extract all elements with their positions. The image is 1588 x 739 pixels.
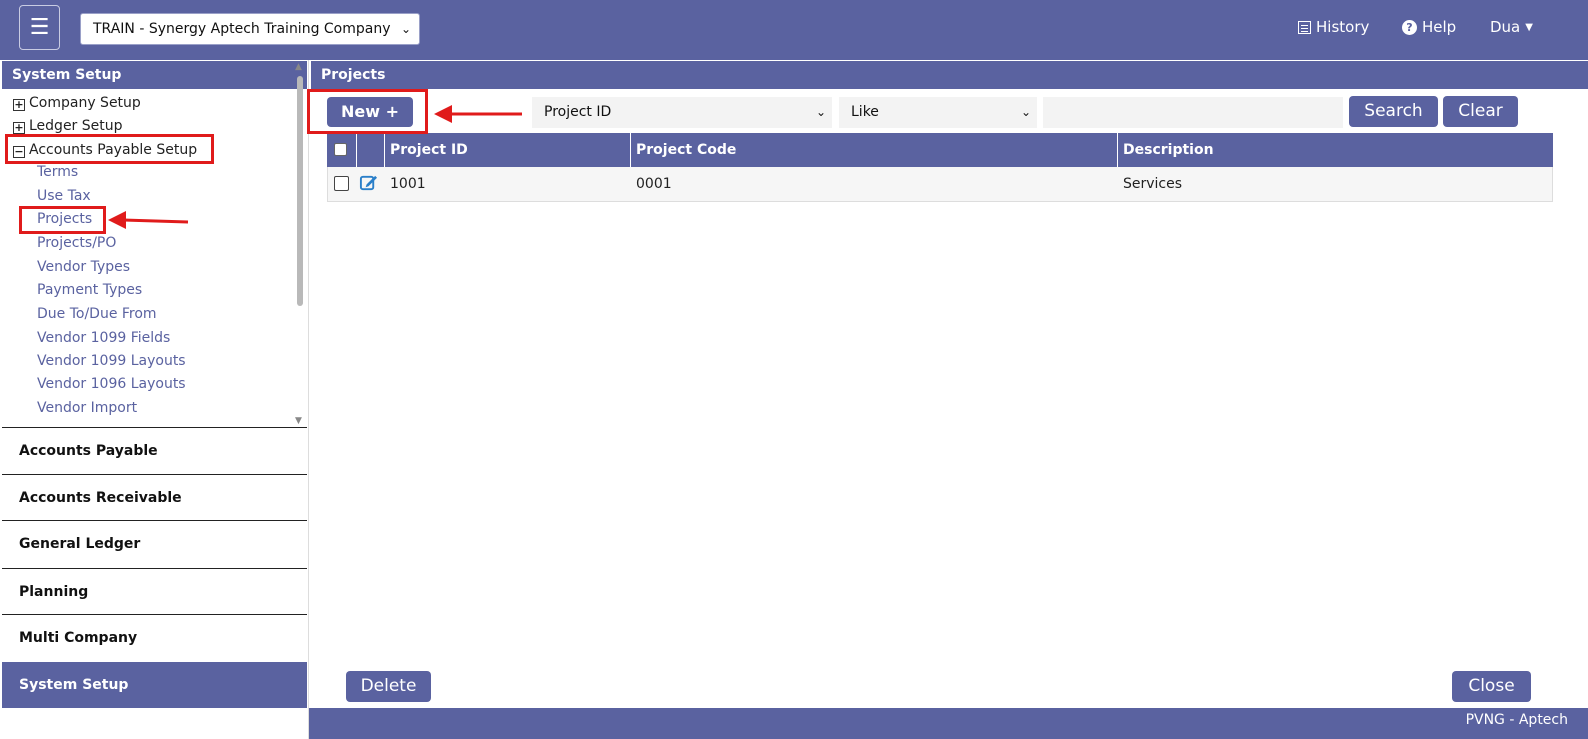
tree-link-projects-po[interactable]: Projects/PO <box>37 235 116 251</box>
company-select[interactable]: TRAIN - Synergy Aptech Training Company … <box>80 13 420 45</box>
user-name: Dua <box>1490 18 1521 36</box>
history-link[interactable]: History <box>1298 18 1369 36</box>
column-header-project-code[interactable]: Project Code <box>630 133 1117 167</box>
filter-operator-select[interactable]: Like ⌄ <box>839 97 1037 128</box>
tree-link-vendor-import[interactable]: Vendor Import <box>37 400 137 416</box>
header-edit-cell <box>356 133 384 167</box>
sidebar-header: System Setup <box>2 61 307 89</box>
tree-link-due-to-due-from[interactable]: Due To/Due From <box>37 306 157 322</box>
module-multi-company[interactable]: Multi Company <box>2 614 307 660</box>
filter-operator-value: Like <box>851 104 879 120</box>
tree-link-payment-types[interactable]: Payment Types <box>37 282 142 298</box>
hamburger-icon: ☰ <box>29 15 50 40</box>
history-label: History <box>1316 18 1370 36</box>
tree-link-vendor-1099-fields[interactable]: Vendor 1099 Fields <box>37 330 170 346</box>
footer: PVNG - Aptech <box>309 708 1588 739</box>
tree-link-terms[interactable]: Terms <box>37 164 78 180</box>
cell-project-id: 1001 <box>390 176 426 192</box>
search-input[interactable] <box>1043 97 1343 128</box>
select-all-checkbox[interactable] <box>334 143 347 156</box>
tree-link-vendor-1096-layouts[interactable]: Vendor 1096 Layouts <box>37 376 186 392</box>
annotation-arrow-icon <box>434 105 522 123</box>
table-row[interactable]: 1001 0001 Services <box>327 167 1553 202</box>
scroll-down-icon[interactable]: ▼ <box>295 416 302 426</box>
footer-text: PVNG - Aptech <box>1465 712 1568 728</box>
chevron-down-icon: ⌄ <box>815 105 826 119</box>
close-button[interactable]: Close <box>1452 671 1531 702</box>
chevron-down-icon: ⌄ <box>1020 105 1031 119</box>
module-system-setup[interactable]: System Setup <box>2 662 307 708</box>
user-menu[interactable]: Dua ▼ <box>1490 18 1533 36</box>
page-title: Projects <box>311 61 1588 89</box>
top-bar: ☰ TRAIN - Synergy Aptech Training Compan… <box>0 0 1588 60</box>
chevron-down-icon: ⌄ <box>400 22 411 36</box>
cell-project-code: 0001 <box>636 176 672 192</box>
company-select-value: TRAIN - Synergy Aptech Training Company <box>93 21 391 37</box>
clear-button[interactable]: Clear <box>1443 96 1518 127</box>
help-link[interactable]: ? Help <box>1402 18 1456 36</box>
delete-button[interactable]: Delete <box>346 671 431 702</box>
tree-item-label: Ledger Setup <box>29 118 123 134</box>
annotation-arrow-icon <box>108 211 189 229</box>
hamburger-menu-button[interactable]: ☰ <box>19 5 60 50</box>
filter-field-select[interactable]: Project ID ⌄ <box>532 97 832 128</box>
filter-field-value: Project ID <box>544 104 612 120</box>
module-general-ledger[interactable]: General Ledger <box>2 520 307 566</box>
scroll-up-icon[interactable]: ▲ <box>295 62 302 72</box>
row-checkbox[interactable] <box>334 176 349 191</box>
table-header: Project ID Project Code Description <box>327 133 1553 167</box>
column-header-description[interactable]: Description <box>1117 133 1553 167</box>
main-panel: Projects New + Project ID ⌄ Like ⌄ Searc… <box>309 60 1588 708</box>
tree-link-vendor-1099-layouts[interactable]: Vendor 1099 Layouts <box>37 353 186 369</box>
help-icon: ? <box>1402 19 1417 35</box>
tree-link-use-tax[interactable]: Use Tax <box>37 188 91 204</box>
annotation-highlight-projects <box>19 206 106 234</box>
sidebar-scrollbar[interactable]: ▲ ▼ <box>294 62 306 426</box>
tree-item-label: Company Setup <box>29 95 141 111</box>
cell-description: Services <box>1123 176 1183 192</box>
annotation-highlight-new-button <box>307 89 428 134</box>
column-header-project-id[interactable]: Project ID <box>384 133 630 167</box>
caret-down-icon: ▼ <box>1525 21 1533 33</box>
tree-item-company-setup[interactable]: + Company Setup <box>2 92 141 114</box>
scroll-thumb[interactable] <box>297 76 303 306</box>
history-icon <box>1298 20 1311 34</box>
search-button[interactable]: Search <box>1349 96 1438 127</box>
module-accounts-payable[interactable]: Accounts Payable <box>2 427 307 473</box>
tree-link-vendor-types[interactable]: Vendor Types <box>37 259 130 275</box>
edit-icon[interactable] <box>359 173 378 192</box>
module-planning[interactable]: Planning <box>2 568 307 614</box>
annotation-highlight-ap-setup <box>5 134 214 164</box>
expand-icon[interactable]: + <box>13 99 25 111</box>
expand-icon[interactable]: + <box>13 122 25 134</box>
help-label: Help <box>1422 18 1457 36</box>
header-select-cell <box>327 133 356 167</box>
module-accounts-receivable[interactable]: Accounts Receivable <box>2 474 307 520</box>
